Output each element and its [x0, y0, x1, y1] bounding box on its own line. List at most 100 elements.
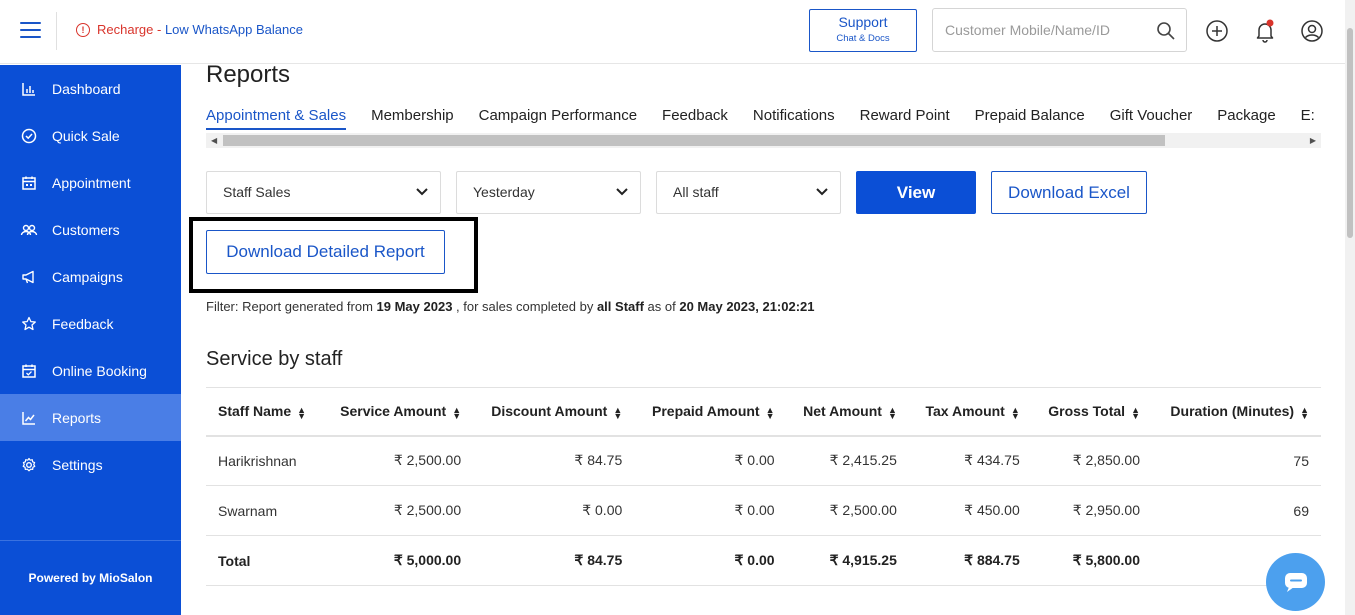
report-type-select[interactable]: Staff Sales — [206, 171, 441, 214]
period-select[interactable]: Yesterday — [456, 171, 641, 214]
filter-summary: Filter: Report generated from 19 May 202… — [206, 299, 815, 314]
tab-reward-point[interactable]: Reward Point — [860, 107, 950, 128]
table-cell: ₹ 2,950.00 — [1072, 502, 1140, 518]
main-content: Reports Appointment & Sales Membership Cam… — [181, 61, 1345, 615]
sidebar-item-label: Appointment — [52, 174, 131, 191]
table-row: Harikrishnan ₹ 2,500.00 ₹ 84.75 ₹ 0.00 ₹… — [206, 436, 1321, 486]
tab-prepaid-balance[interactable]: Prepaid Balance — [975, 107, 1085, 128]
view-button[interactable]: View — [856, 171, 976, 214]
support-button[interactable]: Support Chat & Docs — [809, 9, 917, 52]
scroll-right-icon[interactable]: ▶ — [1310, 136, 1316, 145]
column-header[interactable]: Staff Name ▲ ▼ — [206, 388, 322, 436]
support-title: Support — [838, 14, 888, 30]
tab-membership[interactable]: Membership — [371, 107, 454, 128]
table-cell: Harikrishnan — [218, 452, 297, 469]
scrollbar-thumb[interactable] — [1347, 28, 1353, 238]
tab-appointment-sales[interactable]: Appointment & Sales — [206, 107, 347, 130]
sidebar-item-settings[interactable]: Settings — [0, 441, 181, 488]
table-cell: Total — [218, 552, 251, 569]
table-header-row: Staff Name ▲ ▼ Service Amount ▲ ▼ Discount A… — [206, 387, 1321, 436]
tab-campaign-performance[interactable]: Campaign Performance — [479, 107, 637, 128]
tab-package[interactable]: Package — [1217, 107, 1275, 128]
section-title: Service by staff — [206, 348, 343, 370]
chat-button[interactable] — [1266, 553, 1325, 611]
table-cell: ₹ 0.00 — [734, 452, 775, 469]
sidebar-item-appointment[interactable]: Appointment — [0, 159, 181, 206]
chevron-down-icon — [416, 188, 428, 196]
sidebar-item-label: Online Booking — [52, 362, 147, 379]
table-cell: ₹ 5,800.00 — [1072, 552, 1140, 568]
staff-select[interactable]: All staff — [656, 171, 841, 214]
sort-icon: ▲ ▼ — [613, 404, 623, 421]
column-header[interactable]: Tax Amount ▲ ▼ — [909, 388, 1032, 436]
download-excel-button[interactable]: Download Excel — [991, 171, 1147, 214]
recharge-link[interactable]: Low WhatsApp Balance — [165, 22, 303, 37]
page-title: Reports — [206, 61, 291, 88]
sidebar-item-label: Dashboard — [52, 80, 121, 97]
page-scrollbar[interactable] — [1345, 0, 1355, 615]
sidebar-item-feedback[interactable]: Feedback — [0, 300, 181, 347]
recharge-separator: - — [153, 22, 165, 37]
service-by-staff-table: Staff Name ▲ ▼ Service Amount ▲ ▼ Discount A… — [206, 387, 1321, 586]
column-header[interactable]: Net Amount ▲ ▼ — [787, 388, 909, 436]
search-icon[interactable] — [1156, 21, 1176, 41]
tab-gift-voucher[interactable]: Gift Voucher — [1110, 107, 1193, 128]
period-value: Yesterday — [473, 184, 535, 200]
sidebar-item-label: Settings — [52, 456, 103, 473]
chevron-down-icon — [816, 188, 828, 196]
sidebar-item-label: Feedback — [52, 315, 114, 332]
gear-icon — [20, 456, 38, 474]
table-cell: ₹ 884.75 — [964, 552, 1020, 568]
tab-notifications[interactable]: Notifications — [753, 107, 835, 128]
sidebar-item-quick-sale[interactable]: Quick Sale — [0, 112, 181, 159]
users-icon — [20, 221, 38, 239]
bell-icon[interactable] — [1253, 19, 1277, 43]
table-cell: ₹ 0.00 — [734, 502, 775, 518]
sidebar-item-label: Reports — [52, 409, 102, 426]
sort-icon: ▲ ▼ — [1300, 404, 1309, 421]
sidebar-item-reports[interactable]: Reports — [0, 394, 181, 441]
download-detailed-report-button[interactable]: Download Detailed Report — [206, 230, 445, 274]
check-circle-icon — [20, 127, 38, 145]
search-input[interactable] — [945, 22, 1145, 38]
filter-text: , for sales completed by — [452, 299, 597, 314]
column-header[interactable]: Service Amount ▲ ▼ — [322, 388, 473, 436]
table-cell: 75 — [1293, 452, 1309, 469]
column-header[interactable]: Prepaid Amount ▲ ▼ — [634, 388, 786, 436]
table-cell: ₹ 0.00 — [582, 502, 623, 518]
table-cell: ₹ 0.00 — [734, 552, 775, 568]
table-cell: ₹ 2,500.00 — [393, 502, 462, 518]
scrollbar-thumb[interactable] — [223, 135, 1165, 146]
recharge-alert[interactable]: ! Recharge - Low WhatsApp Balance — [76, 22, 303, 37]
customer-search — [932, 8, 1187, 52]
table-cell: ₹ 450.00 — [964, 502, 1020, 518]
calendar-icon — [20, 174, 38, 192]
sidebar-item-dashboard[interactable]: Dashboard — [0, 65, 181, 112]
column-header[interactable]: Discount Amount ▲ ▼ — [473, 388, 634, 436]
sidebar-item-customers[interactable]: Customers — [0, 206, 181, 253]
tabs-scrollbar[interactable]: ◀ ▶ — [206, 133, 1321, 148]
filter-text: as of — [643, 299, 680, 314]
calendar-check-icon — [20, 362, 38, 380]
add-icon[interactable] — [1205, 19, 1229, 43]
bar-chart-icon — [20, 80, 38, 98]
filter-from-date: 19 May 2023 — [376, 299, 453, 314]
sidebar-item-campaigns[interactable]: Campaigns — [0, 253, 181, 300]
top-bar: ! Recharge - Low WhatsApp Balance Suppor… — [0, 0, 1345, 64]
divider — [56, 12, 57, 50]
table-cell: ₹ 2,500.00 — [829, 502, 897, 518]
column-header[interactable]: Gross Total ▲ ▼ — [1032, 388, 1152, 436]
scroll-left-icon[interactable]: ◀ — [211, 136, 217, 145]
staff-value: All staff — [673, 184, 719, 200]
menu-icon[interactable] — [20, 22, 41, 40]
table-cell: ₹ 434.75 — [964, 452, 1020, 469]
sidebar-item-online-booking[interactable]: Online Booking — [0, 347, 181, 394]
powered-by: Powered by MioSalon — [28, 571, 153, 585]
sidebar: Dashboard Quick Sale Appointment Custome… — [0, 65, 181, 615]
sidebar-item-label: Quick Sale — [52, 127, 120, 144]
user-icon[interactable] — [1300, 19, 1324, 43]
table-row: Swarnam ₹ 2,500.00 ₹ 0.00 ₹ 0.00 ₹ 2,500… — [206, 486, 1321, 536]
tab-feedback[interactable]: Feedback — [662, 107, 728, 128]
column-header[interactable]: Duration (Minutes) ▲ ▼ — [1152, 388, 1321, 436]
tab-overflow[interactable]: E: — [1301, 107, 1315, 128]
